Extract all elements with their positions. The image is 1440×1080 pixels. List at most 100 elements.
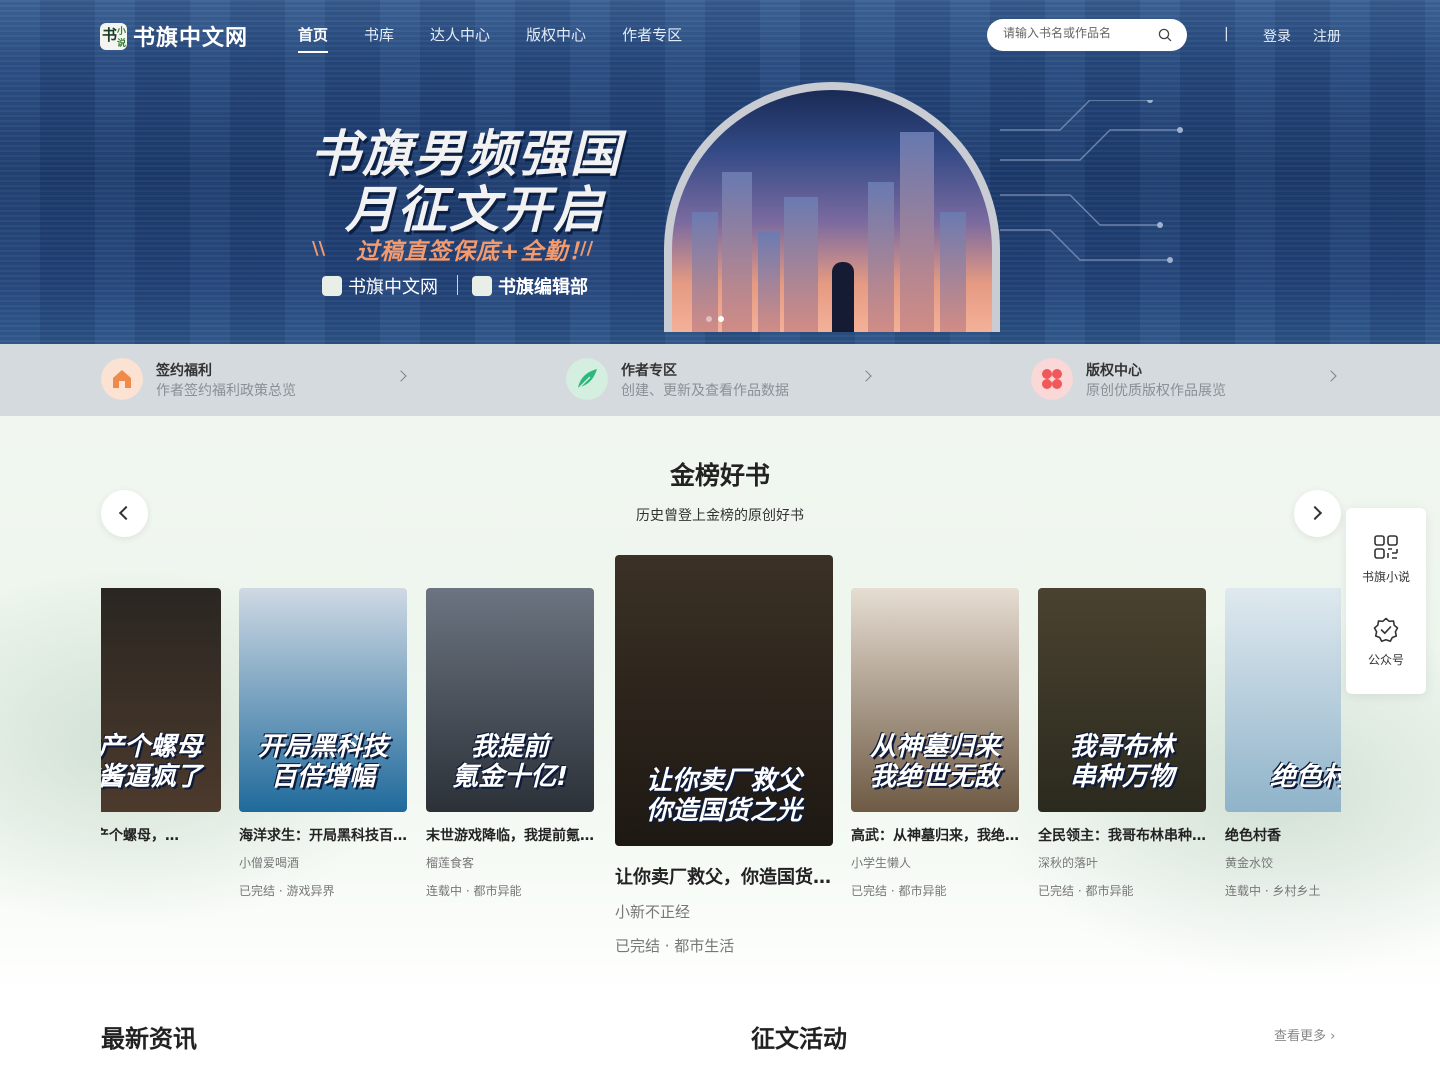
logo-mark: 书 小 说 <box>100 22 127 50</box>
search-icon[interactable] <box>1158 28 1172 42</box>
banner-brand-divider <box>457 275 458 295</box>
book-cover[interactable]: 我哥布林 串种万物 <box>1038 588 1206 812</box>
book-title[interactable]: 海洋求生：开局黑科技百倍增幅 <box>239 825 407 845</box>
book-author[interactable]: 榴莲食客 <box>426 854 594 871</box>
book-cover-title: 我哥布林 串种万物 <box>1069 732 1174 792</box>
standing-figure <box>832 262 854 332</box>
app-grid-icon <box>1374 535 1398 559</box>
book-meta: 都市异能 <box>101 882 221 899</box>
banner-brand-editorial: 书旗编辑部 <box>472 273 588 299</box>
book-card[interactable]: 生产个螺母 你酱逼疯了让你生产个螺母，… 福都市异能 <box>101 588 221 899</box>
news-section-title: 最新资讯 <box>101 1025 197 1053</box>
carousel-next-button[interactable] <box>1294 490 1341 537</box>
quick-link-author-zone[interactable]: 作者专区 创建、更新及查看作品数据 <box>566 358 876 402</box>
side-item-app[interactable]: 书旗小说 <box>1346 534 1426 585</box>
view-more-link[interactable]: 查看更多 › <box>1274 1025 1335 1044</box>
book-cover[interactable]: 我提前 氪金十亿! <box>426 588 594 812</box>
book-card[interactable]: 我提前 氪金十亿! 末世游戏降临，我提前氪金十亿榴莲食客连载中 · 都市异能 <box>426 588 594 899</box>
logo-mark-small2: 说 <box>116 38 126 49</box>
book-author[interactable]: 小僧爱喝酒 <box>239 854 407 871</box>
editorial-logo-icon <box>472 276 492 296</box>
side-item-wechat[interactable]: 公众号 <box>1346 617 1426 668</box>
hero-banner[interactable]: 书 小 说 书旗中文网 首页 书库 达人中心 版权中心 作者专区 | 登录 注册… <box>0 0 1440 344</box>
book-title[interactable]: 末世游戏降临，我提前氪金十亿 <box>426 825 594 845</box>
banner-deco-slash-right: // <box>580 238 594 259</box>
book-cover[interactable]: 从神墓归来 我绝世无敌 <box>851 588 1019 812</box>
side-item-label: 书旗小说 <box>1361 570 1410 584</box>
book-title[interactable]: 让你卖厂救父，你造国货之光 <box>615 863 833 889</box>
book-card[interactable]: 绝色村 绝色村香 黄金水饺 连载中 · 乡村乡土 <box>1225 588 1341 899</box>
gold-list-section: 金榜好书 历史曾登上金榜的原创好书 生产个螺母 你酱逼疯了让你生产个螺母，… 福都… <box>0 416 1440 996</box>
banner-brand2-text: 书旗编辑部 <box>498 277 588 298</box>
book-cover-title: 生产个螺母 你酱逼疯了 <box>101 732 202 792</box>
login-link[interactable]: 登录 <box>1263 26 1291 46</box>
register-link[interactable]: 注册 <box>1313 26 1341 46</box>
contest-section-title: 征文活动 <box>751 1025 847 1053</box>
book-cover[interactable]: 让你卖厂救父 你造国货之光 <box>615 555 833 846</box>
circuit-lines-decoration <box>1000 100 1183 263</box>
book-cover-title: 绝色村 <box>1269 762 1341 792</box>
flower-icon <box>1031 358 1073 400</box>
chevron-left-icon <box>118 505 134 521</box>
chevron-right-icon <box>860 370 872 382</box>
main-nav: 首页 书库 达人中心 版权中心 作者专区 <box>298 24 682 53</box>
quick-link-copyright-center[interactable]: 版权中心 原创优质版权作品展览 <box>1031 358 1341 402</box>
quick-link-desc: 原创优质版权作品展览 <box>1086 383 1226 399</box>
chevron-right-icon <box>395 370 407 382</box>
book-author[interactable]: 黄金水饺 <box>1225 854 1341 871</box>
book-meta: 已完结 · 都市生活 <box>615 937 735 955</box>
nav-library[interactable]: 书库 <box>364 24 394 53</box>
book-title[interactable]: 高武：从神墓归来，我绝世无敌 <box>851 825 1019 845</box>
quick-link-sign-benefits[interactable]: 签约福利 作者签约福利政策总览 <box>101 358 411 402</box>
book-cover-title: 让你卖厂救父 你造国货之光 <box>645 766 802 826</box>
nav-home[interactable]: 首页 <box>298 24 329 53</box>
book-title[interactable]: 全民领主：我哥布林串种万物 <box>1038 825 1206 845</box>
quick-link-title: 签约福利 <box>156 363 212 379</box>
feather-icon <box>566 358 608 400</box>
quick-link-desc: 创建、更新及查看作品数据 <box>621 383 789 399</box>
city-portal-illustration <box>664 82 1000 332</box>
carousel-dot-2[interactable] <box>718 316 724 322</box>
book-cover[interactable]: 绝色村 <box>1225 588 1341 812</box>
book-card[interactable]: 开局黑科技 百倍增幅海洋求生：开局黑科技百倍增幅小僧爱喝酒已完结 · 游戏异界 <box>239 588 407 899</box>
book-author[interactable]: 小学生懒人 <box>851 854 1019 871</box>
book-card[interactable]: 从神墓归来 我绝世无敌高武：从神墓归来，我绝世无敌小学生懒人已完结 · 都市异能 <box>851 588 1019 899</box>
carousel-dot-1[interactable] <box>706 316 712 322</box>
nav-expert-center[interactable]: 达人中心 <box>430 24 490 53</box>
banner-deco-slash-left: \\ <box>312 238 326 259</box>
logo-text: 书旗中文网 <box>133 26 249 51</box>
house-icon <box>101 358 143 400</box>
banner-brand-shuqi: 书旗中文网 <box>322 273 438 299</box>
shuqi-logo-icon <box>322 276 342 296</box>
header-separator: | <box>1224 26 1229 42</box>
book-cover-title: 我提前 氪金十亿! <box>452 732 568 792</box>
book-author[interactable]: 深秋的落叶 <box>1038 854 1206 871</box>
book-title[interactable]: 绝色村香 <box>1225 825 1341 845</box>
book-carousel: 生产个螺母 你酱逼疯了让你生产个螺母，… 福都市异能 开局黑科技 百倍增幅海洋求生：… <box>101 555 1341 955</box>
book-meta: 已完结 · 游戏异界 <box>239 884 335 898</box>
banner-subtitle: 过稿直签保底+全勤！ <box>356 239 593 265</box>
carousel-prev-button[interactable] <box>101 490 148 537</box>
book-author[interactable]: 小新不正经 <box>615 901 833 922</box>
chevron-right-icon <box>1307 505 1323 521</box>
nav-author-zone[interactable]: 作者专区 <box>622 24 682 53</box>
book-cover-title: 从神墓归来 我绝世无敌 <box>869 732 1000 792</box>
logo-mark-main: 书 <box>102 25 118 44</box>
nav-copyright-center[interactable]: 版权中心 <box>526 24 586 53</box>
quick-link-title: 版权中心 <box>1086 363 1142 379</box>
quick-link-desc: 作者签约福利政策总览 <box>156 383 296 399</box>
book-card[interactable]: 让你卖厂救父 你造国货之光让你卖厂救父，你造国货之光小新不正经已完结 · 都市生… <box>615 555 833 955</box>
search-input[interactable] <box>1003 26 1153 40</box>
quick-links-bar: 签约福利 作者签约福利政策总览 作者专区 创建、更新及查看作品数据 版权中心 原… <box>0 344 1440 416</box>
book-title[interactable]: 让你生产个螺母，… <box>101 825 221 845</box>
search-box[interactable] <box>987 19 1187 51</box>
book-card[interactable]: 我哥布林 串种万物全民领主：我哥布林串种万物 深秋的落叶已完结 · 都市异能 <box>1038 588 1206 899</box>
book-meta: 已完结 · 都市异能 <box>1038 884 1134 898</box>
site-logo[interactable]: 书 小 说 书旗中文网 <box>100 20 248 52</box>
top-navigation: 书 小 说 书旗中文网 首页 书库 达人中心 版权中心 作者专区 | 登录 注册 <box>0 0 1440 70</box>
book-meta: 已完结 · 都市异能 <box>851 884 947 898</box>
book-author[interactable]: 福 <box>101 854 221 871</box>
banner-brand1-text: 书旗中文网 <box>348 277 438 298</box>
book-cover[interactable]: 生产个螺母 你酱逼疯了 <box>101 588 221 812</box>
book-cover[interactable]: 开局黑科技 百倍增幅 <box>239 588 407 812</box>
